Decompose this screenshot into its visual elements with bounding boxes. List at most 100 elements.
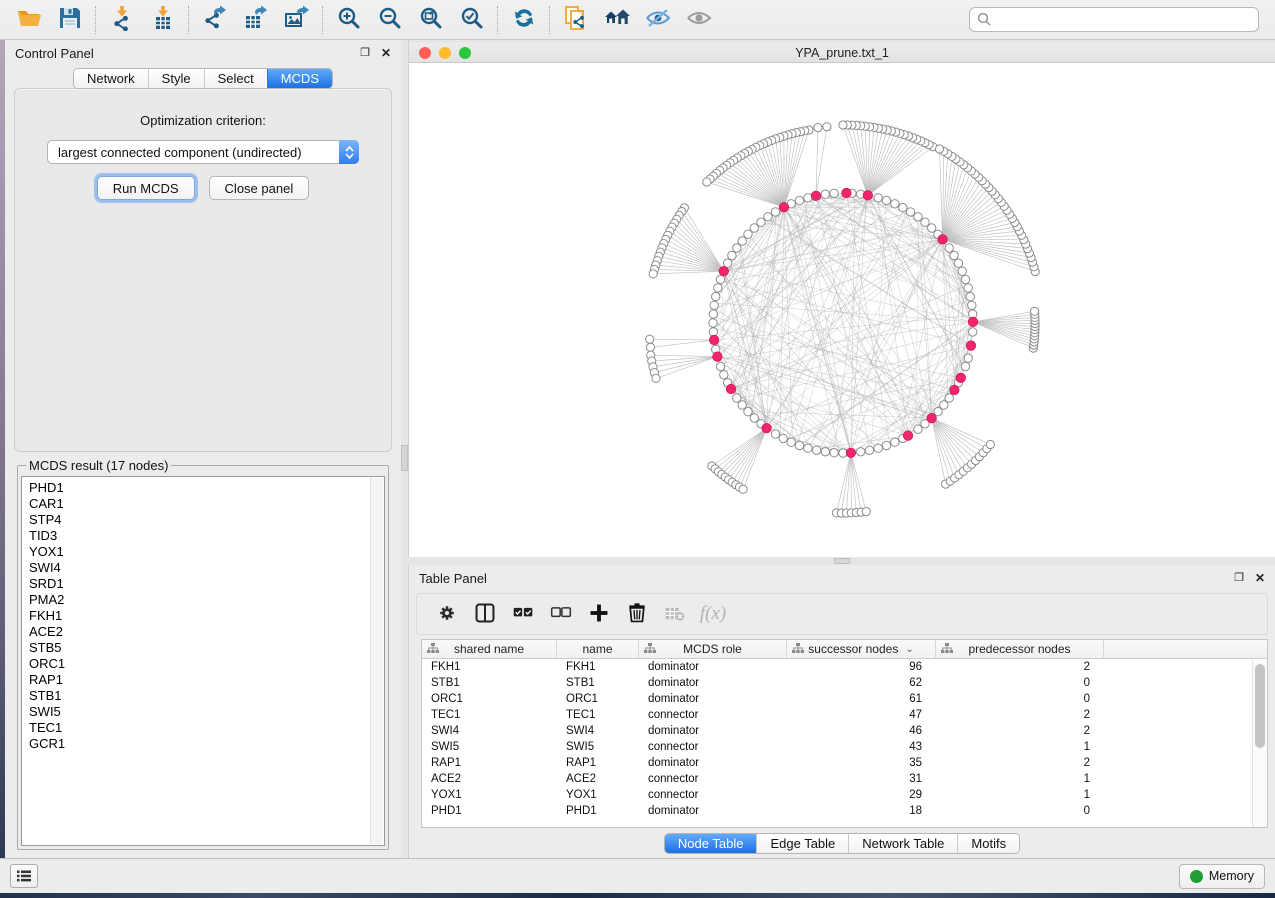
toolbar-separator bbox=[322, 6, 323, 34]
selected-option: largest connected component (undirected) bbox=[58, 145, 302, 160]
gear-button[interactable] bbox=[433, 600, 461, 628]
tab-motifs[interactable]: Motifs bbox=[957, 834, 1019, 853]
column-header-successor-nodes[interactable]: successor nodes⌄ bbox=[787, 640, 936, 658]
result-item[interactable]: TEC1 bbox=[29, 720, 384, 736]
tab-node-table[interactable]: Node Table bbox=[665, 834, 757, 853]
zoom-in-button[interactable] bbox=[328, 4, 369, 36]
export-table-button[interactable] bbox=[235, 4, 276, 36]
save-button[interactable] bbox=[49, 4, 90, 36]
zoom-out-button[interactable] bbox=[369, 4, 410, 36]
mcds-result-list[interactable]: PHD1CAR1STP4TID3YOX1SWI4SRD1PMA2FKH1ACE2… bbox=[22, 477, 384, 752]
close-panel-button[interactable]: Close panel bbox=[209, 176, 310, 200]
close-panel-icon[interactable]: ✕ bbox=[381, 46, 391, 60]
network-graph[interactable] bbox=[409, 63, 1271, 555]
tab-style[interactable]: Style bbox=[148, 69, 204, 88]
zoom-fit-button[interactable] bbox=[410, 4, 451, 36]
home-all-icon bbox=[604, 5, 630, 34]
optimization-criterion-label: Optimization criterion: bbox=[15, 113, 391, 128]
tab-mcds[interactable]: MCDS bbox=[267, 69, 332, 88]
result-item[interactable]: RAP1 bbox=[29, 672, 384, 688]
column-header-MCDS-role[interactable]: MCDS role bbox=[639, 640, 787, 658]
table-scrollbar[interactable] bbox=[1252, 659, 1267, 827]
result-item[interactable]: STB5 bbox=[29, 640, 384, 656]
tab-network[interactable]: Network bbox=[74, 69, 148, 88]
result-item[interactable]: CAR1 bbox=[29, 496, 384, 512]
cell: dominator bbox=[639, 757, 787, 769]
tab-select[interactable]: Select bbox=[204, 69, 267, 88]
cell: 43 bbox=[787, 741, 936, 753]
table-row[interactable]: PHD1PHD1dominator180 bbox=[422, 803, 1267, 819]
columns-button[interactable] bbox=[471, 600, 499, 628]
table-row[interactable]: ORC1ORC1dominator610 bbox=[422, 691, 1267, 707]
show-all-button[interactable] bbox=[678, 4, 719, 36]
column-header-shared-name[interactable]: shared name bbox=[422, 640, 557, 658]
table-row[interactable]: YOX1YOX1connector291 bbox=[422, 787, 1267, 803]
refresh-button[interactable] bbox=[503, 4, 544, 36]
export-network-button[interactable] bbox=[194, 4, 235, 36]
horizontal-splitter[interactable] bbox=[408, 557, 1275, 565]
splitter-grip[interactable] bbox=[834, 558, 850, 564]
tab-network-table[interactable]: Network Table bbox=[848, 834, 957, 853]
cell: STB1 bbox=[422, 677, 557, 689]
toolbar-separator bbox=[188, 6, 189, 34]
result-item[interactable]: YOX1 bbox=[29, 544, 384, 560]
memory-status-icon bbox=[1190, 870, 1203, 883]
deselect-all-button[interactable] bbox=[547, 600, 575, 628]
table-row[interactable]: RAP1RAP1dominator352 bbox=[422, 755, 1267, 771]
result-item[interactable]: PHD1 bbox=[29, 480, 384, 496]
table-row[interactable]: FKH1FKH1dominator962 bbox=[422, 659, 1267, 675]
zoom-selected-button[interactable] bbox=[451, 4, 492, 36]
trash-button[interactable] bbox=[623, 600, 651, 628]
cell: TEC1 bbox=[557, 709, 639, 721]
toolbar-separator bbox=[497, 6, 498, 34]
tab-edge-table[interactable]: Edge Table bbox=[756, 834, 848, 853]
result-item[interactable]: SWI4 bbox=[29, 560, 384, 576]
result-item[interactable]: FKH1 bbox=[29, 608, 384, 624]
cell: FKH1 bbox=[557, 661, 639, 673]
home-all-button[interactable] bbox=[596, 4, 637, 36]
memory-button[interactable]: Memory bbox=[1179, 864, 1265, 889]
memory-label: Memory bbox=[1209, 869, 1254, 883]
open-folder-button[interactable] bbox=[8, 4, 49, 36]
result-item[interactable]: PMA2 bbox=[29, 592, 384, 608]
task-history-button[interactable] bbox=[10, 864, 38, 888]
float-panel-icon[interactable]: ❐ bbox=[360, 46, 370, 60]
result-item[interactable]: STP4 bbox=[29, 512, 384, 528]
vertical-splitter[interactable] bbox=[401, 40, 408, 858]
result-item[interactable]: GCR1 bbox=[29, 736, 384, 752]
zoom-out-icon bbox=[377, 5, 403, 34]
table-row[interactable]: ACE2ACE2connector311 bbox=[422, 771, 1267, 787]
column-header-predecessor-nodes[interactable]: predecessor nodes bbox=[936, 640, 1104, 658]
float-panel-icon[interactable]: ❐ bbox=[1234, 571, 1244, 585]
hide-selected-button[interactable] bbox=[637, 4, 678, 36]
scrollbar-thumb[interactable] bbox=[1255, 664, 1265, 748]
import-table-button[interactable] bbox=[142, 4, 183, 36]
table-toolbar: f(x) bbox=[416, 593, 1268, 635]
run-mcds-button[interactable]: Run MCDS bbox=[97, 176, 195, 200]
close-panel-icon[interactable]: ✕ bbox=[1255, 571, 1265, 585]
result-item[interactable]: SWI5 bbox=[29, 704, 384, 720]
result-item[interactable]: SRD1 bbox=[29, 576, 384, 592]
duplicate-network-button[interactable] bbox=[555, 4, 596, 36]
import-network-button[interactable] bbox=[101, 4, 142, 36]
search-input[interactable] bbox=[969, 7, 1259, 32]
result-item[interactable]: ORC1 bbox=[29, 656, 384, 672]
cell: SWI5 bbox=[557, 741, 639, 753]
export-image-button[interactable] bbox=[276, 4, 317, 36]
result-scrollbar[interactable] bbox=[370, 478, 383, 844]
column-header-name[interactable]: name bbox=[557, 640, 639, 658]
optimization-criterion-select[interactable]: largest connected component (undirected) bbox=[47, 140, 359, 164]
result-item[interactable]: TID3 bbox=[29, 528, 384, 544]
table-row[interactable]: SWI4SWI4dominator462 bbox=[422, 723, 1267, 739]
table-row[interactable]: TEC1TEC1connector472 bbox=[422, 707, 1267, 723]
network-title: YPA_prune.txt_1 bbox=[409, 46, 1275, 60]
cell: FKH1 bbox=[422, 661, 557, 673]
select-all-button[interactable] bbox=[509, 600, 537, 628]
network-canvas[interactable] bbox=[409, 63, 1275, 557]
splitter-grip[interactable] bbox=[401, 445, 408, 471]
result-item[interactable]: STB1 bbox=[29, 688, 384, 704]
table-row[interactable]: STB1STB1dominator620 bbox=[422, 675, 1267, 691]
table-row[interactable]: SWI5SWI5connector431 bbox=[422, 739, 1267, 755]
result-item[interactable]: ACE2 bbox=[29, 624, 384, 640]
add-button[interactable] bbox=[585, 600, 613, 628]
